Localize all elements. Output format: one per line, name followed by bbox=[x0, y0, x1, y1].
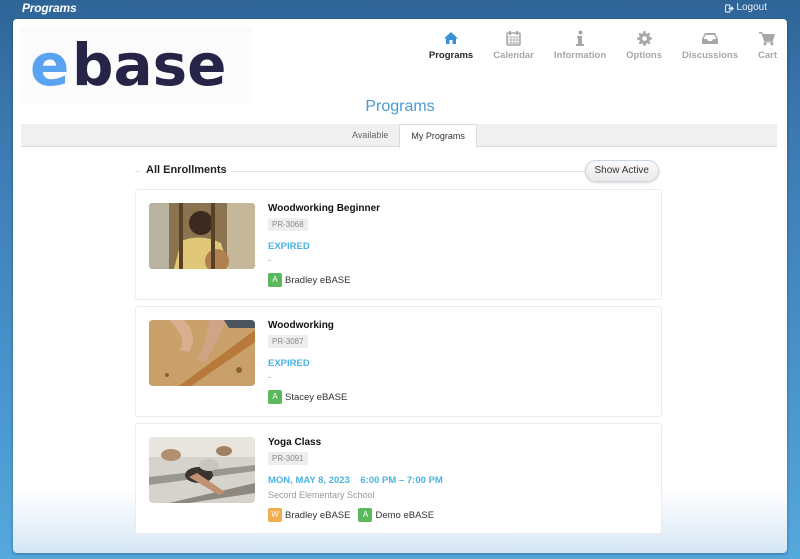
participant-name: Stacey eBASE bbox=[285, 391, 348, 403]
cart-icon bbox=[758, 29, 776, 47]
nav-programs[interactable]: Programs bbox=[419, 29, 483, 61]
participant-status-badge: A bbox=[358, 508, 373, 522]
participant: W Bradley eBASE bbox=[268, 508, 350, 522]
calendar-icon bbox=[505, 29, 523, 47]
tab-available[interactable]: Available bbox=[341, 124, 399, 147]
participant-status-badge: A bbox=[268, 273, 282, 287]
nav-label: Cart bbox=[757, 50, 777, 61]
nav-label: Options bbox=[626, 50, 663, 61]
info-icon bbox=[571, 29, 589, 47]
logout-label: Logout bbox=[736, 2, 767, 13]
program-schedule: MON, MAY 8, 2023 6:00 PM – 7:00 PM bbox=[268, 475, 443, 486]
nav-options[interactable]: Options bbox=[616, 29, 672, 61]
program-status: EXPIRED bbox=[268, 358, 310, 369]
home-icon bbox=[442, 29, 460, 47]
program-name[interactable]: Woodworking Beginner bbox=[268, 203, 380, 214]
participants: A Stacey eBASE bbox=[268, 390, 347, 404]
inbox-icon bbox=[701, 29, 719, 47]
tab-my-programs[interactable]: My Programs bbox=[399, 124, 477, 148]
logo-main-text: base bbox=[72, 35, 227, 95]
nav-label: Calendar bbox=[493, 50, 534, 61]
sign-out-icon bbox=[725, 3, 735, 13]
program-status: EXPIRED bbox=[268, 241, 310, 252]
program-location: - bbox=[268, 372, 271, 382]
program-image bbox=[149, 437, 255, 503]
enrollments-header: All Enrollments Show Active bbox=[135, 160, 661, 182]
nav-calendar[interactable]: Calendar bbox=[483, 29, 544, 61]
top-bar: Programs Logout bbox=[0, 0, 800, 18]
participant-status-badge: W bbox=[268, 508, 282, 522]
ebase-logo: e base bbox=[20, 27, 252, 103]
program-code: PR-3087 bbox=[268, 335, 308, 348]
participant-status-badge: A bbox=[268, 390, 282, 404]
program-code: PR-3068 bbox=[268, 218, 308, 231]
main-panel: e base Programs Calendar Information Opt… bbox=[13, 19, 787, 553]
app-title: Programs bbox=[22, 1, 77, 15]
page-title: Programs bbox=[365, 98, 435, 115]
program-location: - bbox=[268, 255, 271, 265]
nav-cart[interactable]: Cart bbox=[748, 29, 787, 61]
nav-label: Programs bbox=[428, 50, 474, 61]
participant-name: Demo eBASE bbox=[375, 509, 435, 521]
participant-name: Bradley eBASE bbox=[285, 274, 351, 286]
nav-label: Information bbox=[553, 50, 607, 61]
program-name[interactable]: Woodworking bbox=[268, 320, 347, 331]
participants: W Bradley eBASE A Demo eBASE bbox=[268, 508, 443, 522]
program-image bbox=[149, 320, 255, 386]
gear-icon bbox=[635, 29, 653, 47]
participant: A Stacey eBASE bbox=[268, 390, 347, 404]
show-active-button[interactable]: Show Active bbox=[584, 160, 659, 182]
nav-label: Discussions bbox=[682, 50, 738, 61]
logo-accent-text: e bbox=[30, 35, 69, 95]
participant: A Demo eBASE bbox=[358, 508, 434, 522]
section-title: All Enrollments bbox=[141, 164, 232, 176]
participant-name: Bradley eBASE bbox=[285, 509, 351, 521]
main-nav: Programs Calendar Information Options Di… bbox=[419, 29, 787, 61]
participant: A Bradley eBASE bbox=[268, 273, 350, 287]
program-image bbox=[149, 203, 255, 269]
participants: A Bradley eBASE bbox=[268, 273, 380, 287]
program-name[interactable]: Yoga Class bbox=[268, 437, 443, 448]
tabs-bar: Available My Programs bbox=[21, 124, 777, 148]
nav-discussions[interactable]: Discussions bbox=[672, 29, 748, 61]
logout-link[interactable]: Logout bbox=[725, 2, 767, 13]
program-location: Secord Elementary School bbox=[268, 490, 375, 500]
enrollment-card[interactable]: Yoga Class PR-3091 MON, MAY 8, 2023 6:00… bbox=[135, 423, 662, 534]
enrollment-card[interactable]: Woodworking PR-3087 EXPIRED - A Stacey e… bbox=[135, 306, 662, 417]
enrollment-card[interactable]: Woodworking Beginner PR-3068 EXPIRED - A… bbox=[135, 189, 662, 300]
nav-information[interactable]: Information bbox=[544, 29, 616, 61]
program-code: PR-3091 bbox=[268, 452, 308, 465]
